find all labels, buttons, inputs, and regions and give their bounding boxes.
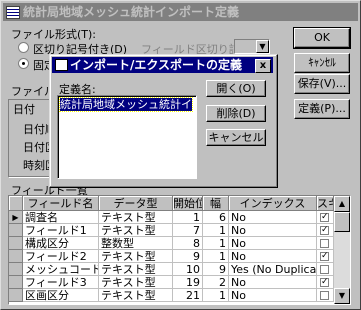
cell-index[interactable]: No — [229, 276, 317, 289]
cell-type[interactable]: 整数型 — [99, 237, 173, 250]
open-button[interactable]: 開く(O) — [206, 80, 266, 97]
row-selector[interactable] — [9, 224, 23, 237]
cell-name[interactable]: 調査名 — [23, 211, 99, 224]
cell-width[interactable]: 1 — [203, 224, 229, 237]
window-titlebar: 統計局地域メッシュ統計インポート定義 — [3, 3, 358, 21]
spec-name-list[interactable]: 統計局地域メッシュ統計インポート — [57, 95, 197, 179]
skip-checkbox[interactable] — [320, 291, 329, 300]
cell-index[interactable]: No — [229, 289, 317, 302]
scroll-up-icon[interactable]: ▲ — [334, 196, 350, 212]
skip-checkbox[interactable] — [320, 250, 329, 262]
delete-button[interactable]: 削除(D) — [206, 105, 266, 122]
col-header-width[interactable]: 幅 — [203, 196, 229, 211]
col-header-name[interactable]: フィールド名 — [23, 196, 99, 211]
cell-start[interactable]: 9 — [173, 250, 203, 263]
field-table[interactable]: フィールド名 データ型 開始位置 幅 インデックス スキップ ▲ ▼ ▶調査名テ… — [8, 195, 351, 305]
skip-checkbox[interactable] — [320, 265, 329, 274]
cell-width[interactable]: 1 — [203, 237, 229, 250]
cell-skip — [317, 276, 334, 289]
field-delimiter-select[interactable]: ▼ — [234, 39, 270, 54]
skip-checkbox[interactable] — [320, 224, 329, 236]
dialog-titlebar: インポート/エクスポートの定義 x — [52, 57, 273, 73]
skip-checkbox[interactable] — [320, 276, 329, 288]
cell-start[interactable]: 7 — [173, 224, 203, 237]
date-group-label: 日付 — [13, 103, 35, 116]
cell-start[interactable]: 1 — [173, 211, 203, 224]
spec-list-item[interactable]: 統計局地域メッシュ統計インポート — [59, 97, 193, 112]
cell-type[interactable]: テキスト型 — [99, 263, 173, 276]
row-selector[interactable] — [9, 250, 23, 263]
col-header-type[interactable]: データ型 — [99, 196, 173, 211]
row-selector[interactable] — [9, 263, 23, 276]
window-title: 統計局地域メッシュ統計インポート定義 — [23, 5, 240, 19]
cell-name[interactable]: フィールド1 — [23, 224, 99, 237]
specs-button[interactable]: 定義(P)... — [294, 99, 350, 119]
ok-button[interactable]: OK — [293, 27, 351, 49]
cell-width[interactable]: 2 — [203, 276, 229, 289]
cell-type[interactable]: テキスト型 — [99, 289, 173, 302]
col-header-skip[interactable]: スキップ — [317, 196, 334, 211]
cell-skip — [317, 237, 334, 250]
scroll-thumb[interactable] — [334, 212, 350, 232]
row-selector[interactable] — [9, 289, 23, 302]
cell-index[interactable]: No — [229, 211, 317, 224]
cell-skip — [317, 250, 334, 263]
cell-index[interactable]: No — [229, 250, 317, 263]
cell-skip — [317, 224, 334, 237]
chevron-down-icon[interactable]: ▼ — [256, 40, 269, 53]
skip-checkbox[interactable] — [320, 211, 329, 223]
cell-width[interactable]: 1 — [203, 250, 229, 263]
cell-start[interactable]: 10 — [173, 263, 203, 276]
delimited-radio[interactable] — [18, 42, 29, 53]
cell-width[interactable]: 1 — [203, 289, 229, 302]
cancel-button[interactable]: ｷｬﾝｾﾙ — [294, 53, 350, 73]
cell-type[interactable]: テキスト型 — [99, 224, 173, 237]
cell-name[interactable]: 構成区分 — [23, 237, 99, 250]
cell-start[interactable]: 8 — [173, 237, 203, 250]
cell-name[interactable]: フィールド2 — [23, 250, 99, 263]
save-as-button[interactable]: 保存(V)... — [294, 74, 350, 94]
cell-width[interactable]: 6 — [203, 211, 229, 224]
scroll-down-icon[interactable]: ▼ — [334, 288, 350, 304]
cell-name[interactable]: 区画区分 — [23, 289, 99, 302]
import-spec-window: 統計局地域メッシュ統計インポート定義 ファイル形式(T): 区切り記号付き(D)… — [0, 0, 361, 310]
cell-skip — [317, 211, 334, 224]
skip-checkbox[interactable] — [320, 239, 329, 248]
cell-type[interactable]: テキスト型 — [99, 276, 173, 289]
import-export-specs-dialog: インポート/エクスポートの定義 x 定義名: 統計局地域メッシュ統計インポート … — [49, 54, 278, 188]
file-format-label: ファイル形式(T): — [11, 28, 97, 41]
table-scrollbar[interactable]: ▲ ▼ — [334, 196, 350, 304]
cell-index[interactable]: No — [229, 237, 317, 250]
cell-start[interactable]: 19 — [173, 276, 203, 289]
cell-name[interactable]: フィールド3 — [23, 276, 99, 289]
cell-start[interactable]: 21 — [173, 289, 203, 302]
cell-index[interactable]: No — [229, 224, 317, 237]
row-selector[interactable] — [9, 237, 23, 250]
cell-width[interactable]: 9 — [203, 263, 229, 276]
row-selector[interactable]: ▶ — [9, 211, 23, 224]
cell-type[interactable]: テキスト型 — [99, 211, 173, 224]
row-selector[interactable] — [9, 276, 23, 289]
cell-type[interactable]: テキスト型 — [99, 250, 173, 263]
col-header-start[interactable]: 開始位置 — [173, 196, 203, 211]
dialog-title: インポート/エクスポートの定義 — [70, 58, 243, 72]
dialog-table-icon — [55, 59, 68, 71]
cell-skip — [317, 289, 334, 302]
fixed-width-radio[interactable] — [18, 58, 29, 69]
cell-skip — [317, 263, 334, 276]
cell-index[interactable]: Yes (No Duplicat — [229, 263, 317, 276]
close-icon[interactable]: x — [255, 59, 271, 73]
table-icon — [6, 6, 20, 19]
col-header-index[interactable]: インデックス — [229, 196, 317, 211]
dialog-cancel-button[interactable]: キャンセル — [206, 129, 266, 146]
cell-name[interactable]: メッシュコード — [23, 263, 99, 276]
table-corner — [9, 196, 23, 211]
